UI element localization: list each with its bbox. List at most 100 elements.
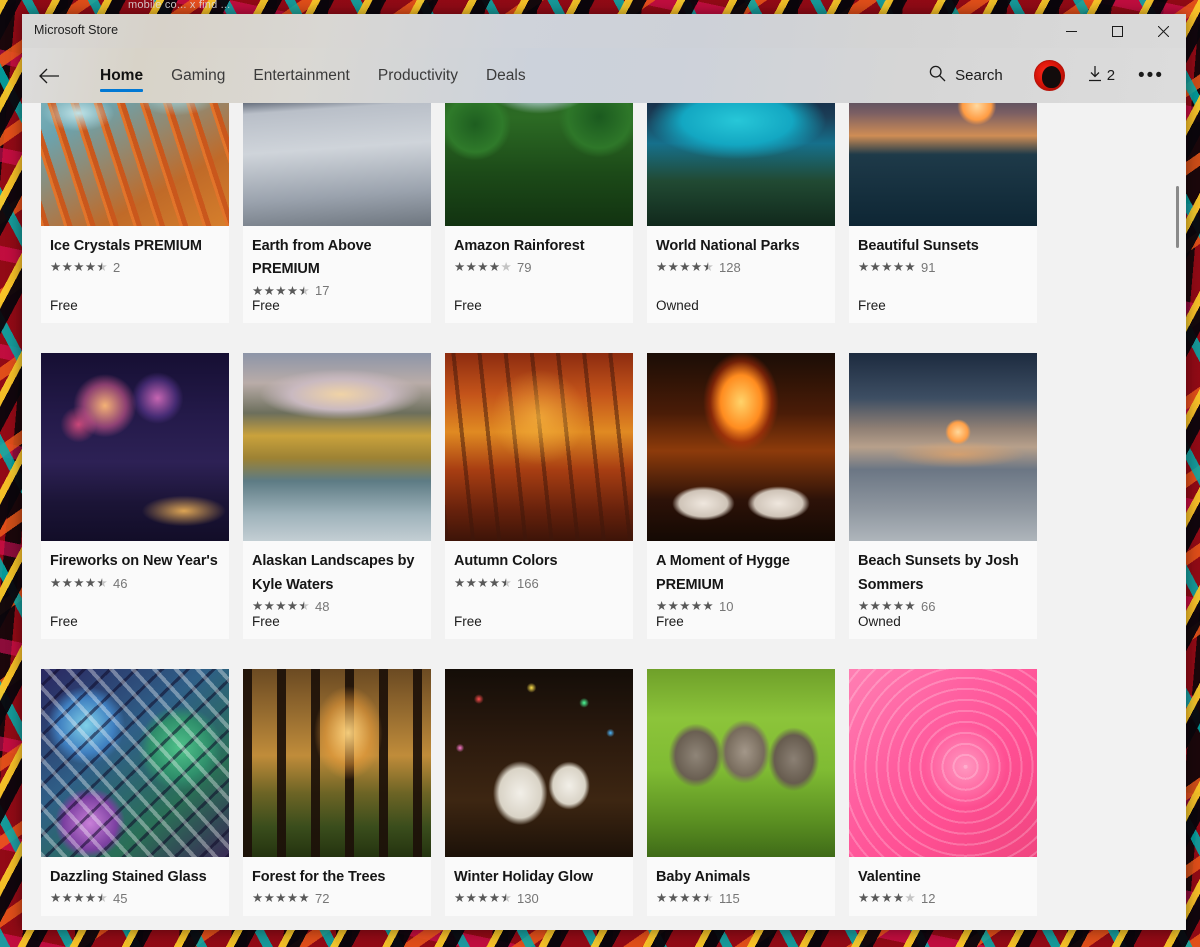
card-artwork[interactable] <box>849 353 1037 542</box>
card-title: Dazzling Stained Glass <box>50 868 207 885</box>
app-card[interactable]: Dazzling Stained Glass ★★★★★★ 45 <box>41 668 229 916</box>
card-artwork[interactable] <box>243 353 431 542</box>
card-title: Winter Holiday Glow <box>454 868 593 885</box>
card-rating: ★★★★★ 79 <box>454 260 624 275</box>
card-price <box>647 906 835 916</box>
card-body: Valentine ★★★★★ 12 <box>849 857 1037 906</box>
rating-count: 128 <box>719 260 741 276</box>
app-card[interactable]: Valentine ★★★★★ 12 <box>849 668 1037 916</box>
tab-home[interactable]: Home <box>86 48 157 103</box>
star-rating-icon: ★★★★★ <box>656 599 715 613</box>
tab-gaming[interactable]: Gaming <box>157 48 239 103</box>
card-body: Winter Holiday Glow ★★★★★★ 130 <box>445 857 633 906</box>
tab-productivity[interactable]: Productivity <box>364 48 472 103</box>
window-controls <box>1048 14 1186 48</box>
app-card-grid: Ice Crystals PREMIUM★★★★★★2FreeEarth fro… <box>41 103 1051 930</box>
card-price <box>243 906 431 916</box>
star-rating-icon: ★★★★★★ <box>656 891 715 906</box>
star-rating-icon: ★★★★★★ <box>454 575 513 590</box>
vertical-scrollbar[interactable] <box>1172 103 1184 930</box>
card-rating: ★★★★★ 12 <box>858 891 1028 906</box>
tab-entertainment[interactable]: Entertainment <box>239 48 364 103</box>
card-artwork[interactable] <box>647 353 835 542</box>
star-rating-icon: ★★★★★★ <box>252 283 311 298</box>
content-area: Ice Crystals PREMIUM★★★★★★2FreeEarth fro… <box>22 103 1186 930</box>
card-artwork[interactable] <box>849 103 1037 226</box>
card-artwork[interactable] <box>849 668 1037 857</box>
maximize-button[interactable] <box>1094 14 1140 48</box>
app-card[interactable]: World National Parks ★★★★★★ 128 Owned <box>647 103 835 324</box>
app-card[interactable]: Forest for the Trees ★★★★★ 72 <box>243 668 431 916</box>
card-title: World National Parks <box>656 238 800 254</box>
app-card[interactable]: Earth from Above PREMIUM ★★★★★★ 17 Free <box>243 103 431 324</box>
downloads-button[interactable]: 2 <box>1078 58 1124 94</box>
app-card[interactable]: Amazon Rainforest ★★★★★ 79 Free <box>445 103 633 324</box>
card-price: Free <box>50 613 78 629</box>
card-price <box>849 906 1037 916</box>
card-artwork[interactable] <box>445 353 633 542</box>
account-avatar-icon[interactable] <box>1033 60 1065 91</box>
app-card[interactable]: A Moment of Hygge PREMIUM ★★★★★ 10 Free <box>647 353 835 639</box>
card-artwork[interactable] <box>445 668 633 857</box>
card-title: A Moment of Hygge PREMIUM <box>656 553 790 593</box>
app-card[interactable]: Winter Holiday Glow ★★★★★★ 130 <box>445 668 633 916</box>
card-title: Fireworks on New Year's <box>50 553 218 570</box>
rating-count: 10 <box>719 598 734 614</box>
tab-deals[interactable]: Deals <box>472 48 540 103</box>
minimize-button[interactable] <box>1048 14 1094 48</box>
app-card[interactable]: Ice Crystals PREMIUM ★★★★★★ 2 Free <box>41 103 229 324</box>
app-card[interactable]: Autumn Colors ★★★★★★ 166 Free <box>445 353 633 639</box>
star-rating-icon: ★★★★★★ <box>656 260 715 275</box>
card-row: Ice Crystals PREMIUM★★★★★★2FreeEarth fro… <box>41 103 1051 324</box>
card-rating: ★★★★★★ 128 <box>656 260 826 275</box>
window-titlebar: Microsoft Store <box>22 14 1186 48</box>
card-title: Baby Animals <box>656 868 751 885</box>
card-artwork[interactable] <box>445 103 633 226</box>
card-body: World National Parks ★★★★★★ 128 <box>647 226 835 298</box>
card-artwork[interactable] <box>41 668 229 857</box>
rating-count: 66 <box>921 598 936 614</box>
card-artwork[interactable] <box>243 103 431 226</box>
card-title: Forest for the Trees <box>252 868 386 885</box>
app-card[interactable]: Fireworks on New Year's ★★★★★★ 46 Free <box>41 353 229 639</box>
app-card[interactable]: Beautiful Sunsets ★★★★★ 91 Free <box>849 103 1037 324</box>
app-card[interactable]: Beach Sunsets by Josh Sommers ★★★★★ 66 Owne… <box>849 353 1037 639</box>
card-rating: ★★★★★ 10 <box>656 599 826 614</box>
card-artwork[interactable] <box>41 103 229 226</box>
microsoft-store-window: Microsoft Store Home Gaming Entertainmen… <box>22 14 1186 930</box>
star-rating-icon: ★★★★★ <box>454 260 513 275</box>
card-price: Free <box>656 613 684 629</box>
rating-count: 46 <box>113 575 128 591</box>
rating-count: 79 <box>517 260 532 276</box>
card-title: Valentine <box>858 868 921 885</box>
card-artwork[interactable] <box>647 103 835 226</box>
rating-count: 91 <box>921 260 936 276</box>
search-label: Search <box>955 67 1003 84</box>
more-options-button[interactable]: ••• <box>1124 62 1178 90</box>
card-body: Beach Sunsets by Josh Sommers ★★★★★ 66 <box>849 541 1037 613</box>
nav-right-actions: Search 2 ••• <box>917 58 1186 94</box>
back-arrow-icon[interactable] <box>26 56 72 96</box>
search-button[interactable]: Search <box>917 58 1015 93</box>
card-price <box>41 906 229 916</box>
app-card[interactable]: Baby Animals ★★★★★★ 115 <box>647 668 835 916</box>
rating-count: 72 <box>315 890 330 906</box>
card-artwork[interactable] <box>243 668 431 857</box>
card-artwork[interactable] <box>647 668 835 857</box>
nav-tabs: Home Gaming Entertainment Productivity D… <box>86 48 540 103</box>
close-button[interactable] <box>1140 14 1186 48</box>
card-body: Beautiful Sunsets ★★★★★ 91 <box>849 226 1037 298</box>
star-rating-icon: ★★★★★★ <box>454 891 513 906</box>
card-row: Fireworks on New Year's ★★★★★★ 46 Free Alask… <box>41 353 1051 639</box>
scrollbar-thumb[interactable] <box>1176 186 1179 248</box>
card-artwork[interactable] <box>41 353 229 542</box>
card-rating: ★★★★★ 66 <box>858 599 1028 614</box>
star-rating-icon: ★★★★★★ <box>252 599 311 613</box>
card-price <box>445 906 633 916</box>
app-card[interactable]: Alaskan Landscapes by Kyle Waters ★★★★★★ 4… <box>243 353 431 639</box>
rating-count: 17 <box>315 283 330 299</box>
card-price: Free <box>252 298 280 314</box>
card-rating: ★★★★★★ 48 <box>252 599 422 614</box>
card-title: Amazon Rainforest <box>454 238 585 254</box>
star-rating-icon: ★★★★★★ <box>50 260 109 275</box>
